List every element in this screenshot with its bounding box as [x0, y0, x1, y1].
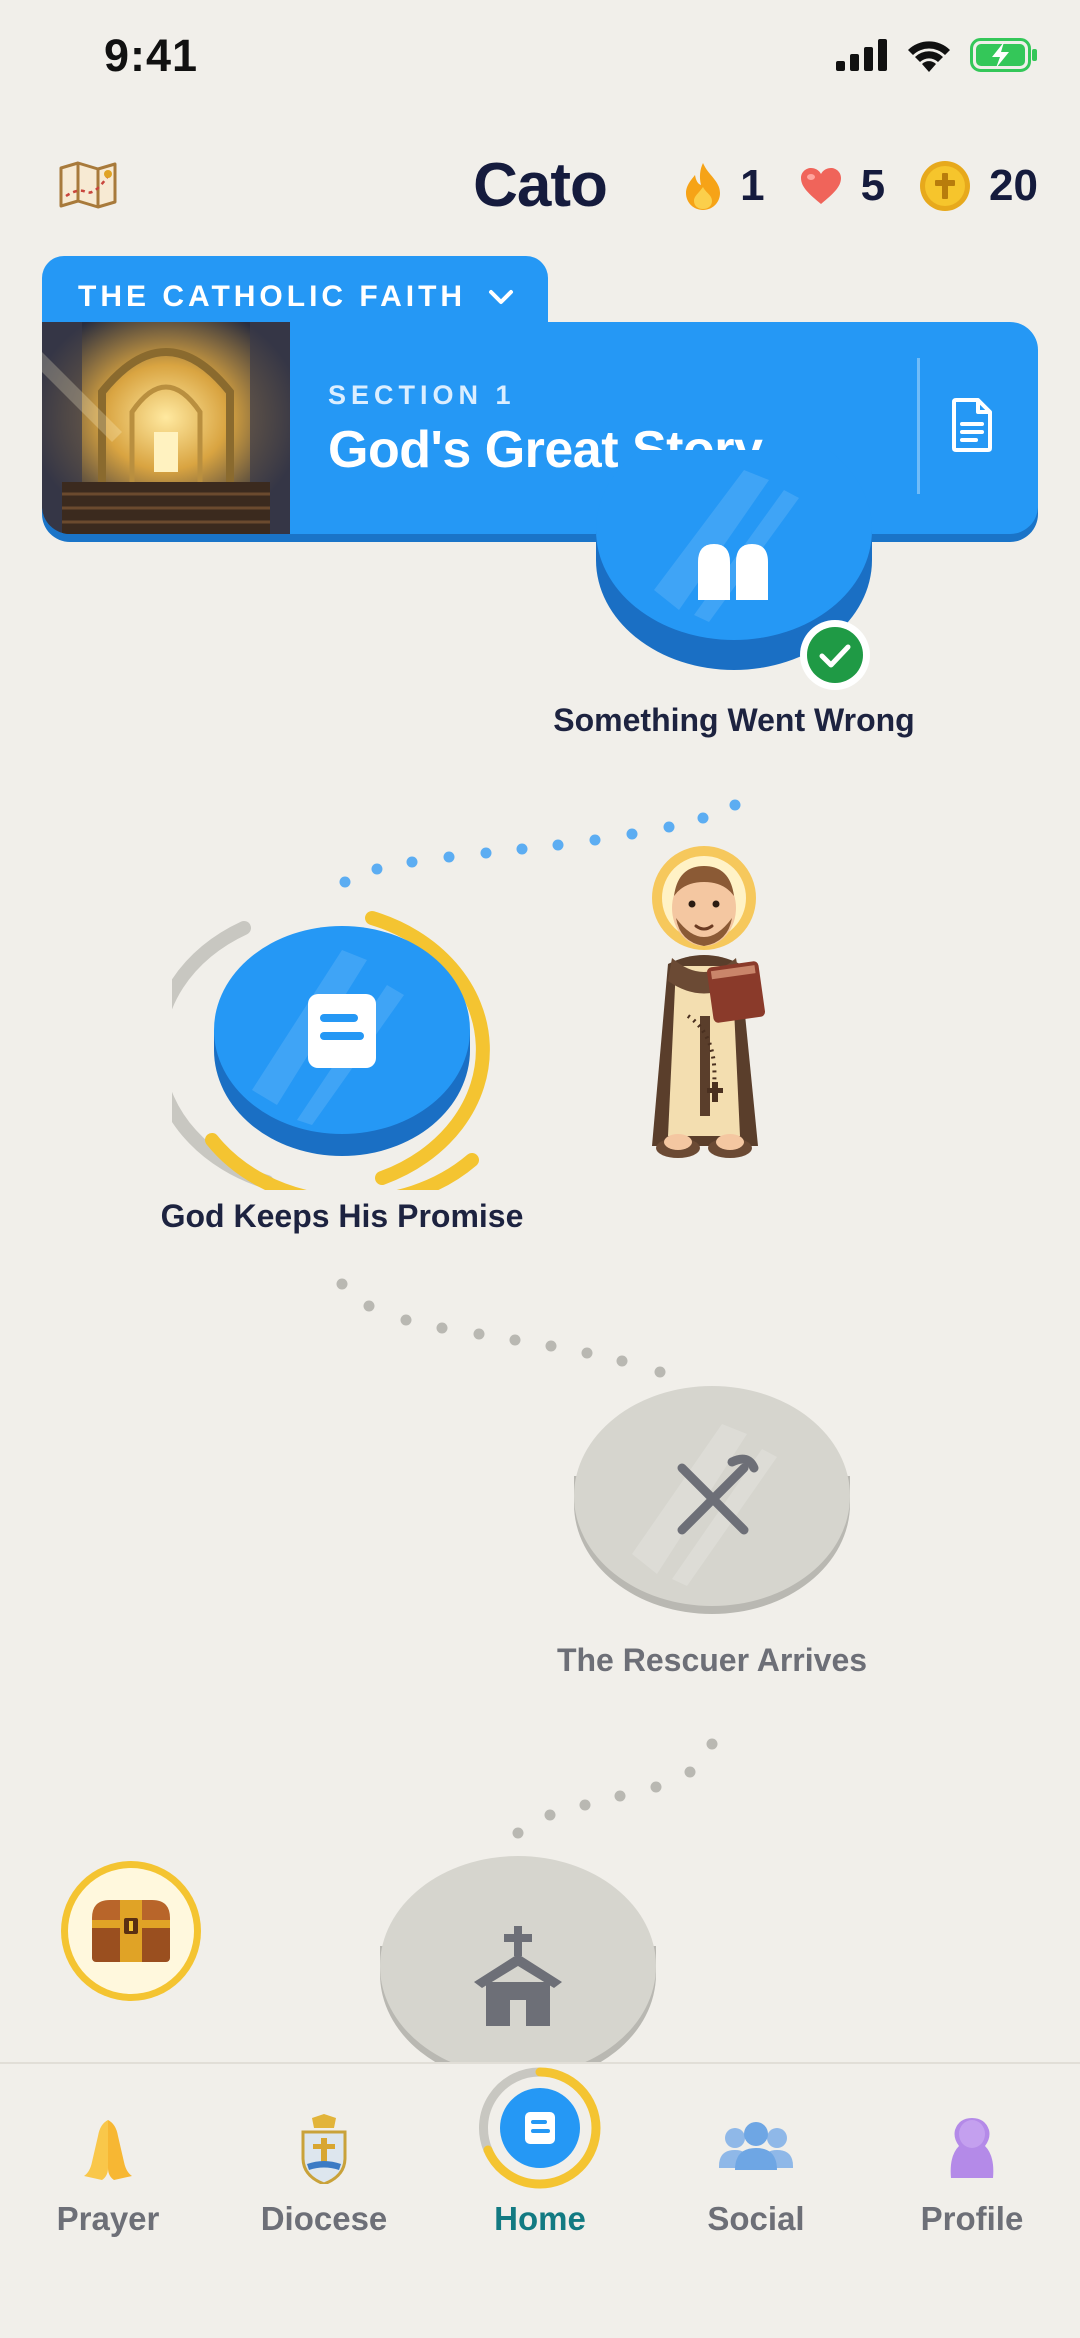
nav-profile[interactable]: Profile: [864, 2064, 1080, 2338]
completed-check-icon: [800, 620, 870, 690]
treasure-chest-icon: [92, 1900, 170, 1962]
nav-label: Diocese: [260, 2200, 388, 2237]
praying-hands-icon: [84, 2120, 132, 2180]
nav-diocese[interactable]: Diocese: [216, 2064, 432, 2338]
nav-prayer[interactable]: Prayer: [0, 2064, 216, 2338]
nav-home[interactable]: Home: [432, 2064, 648, 2338]
nav-label: Profile: [920, 2200, 1024, 2237]
lesson-title: Something Went Wrong: [553, 702, 915, 738]
diocese-crest-icon: [301, 2114, 347, 2184]
lesson-node-locked-church[interactable]: [378, 1854, 658, 2062]
nav-label: Prayer: [56, 2200, 160, 2237]
lesson-title: God Keeps His Promise: [160, 1198, 524, 1234]
saint-mascot-illustration: [652, 846, 765, 1158]
treasure-chest-button[interactable]: [58, 1858, 204, 2004]
lesson-path: [336, 799, 741, 1839]
nav-social[interactable]: Social: [648, 2064, 864, 2338]
nav-label: Social: [707, 2200, 805, 2237]
lesson-node-locked[interactable]: [572, 1384, 852, 1634]
nav-label: Home: [494, 2200, 586, 2237]
home-lesson-icon: [479, 2067, 601, 2189]
people-icon: [719, 2122, 793, 2170]
lesson-node-current[interactable]: [150, 910, 512, 1210]
person-icon: [950, 2118, 994, 2178]
lesson-title: The Rescuer Arrives: [556, 1642, 868, 1678]
scroll-lesson-icon: [308, 994, 376, 1068]
bottom-nav: Prayer Diocese Home Social Profile: [0, 2062, 1080, 2338]
